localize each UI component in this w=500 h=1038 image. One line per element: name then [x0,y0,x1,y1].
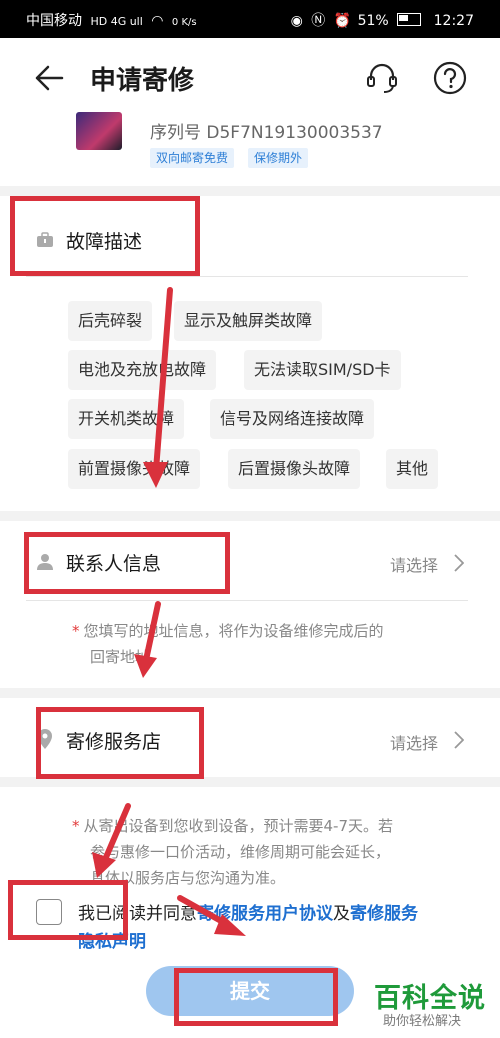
customer-service-icon[interactable] [364,60,400,96]
clock: 12:27 [433,13,474,29]
divider [26,276,468,277]
contact-note-line2: 回寄地址 [90,648,151,666]
fault-chip[interactable]: 后壳碎裂 [68,301,153,341]
help-icon[interactable] [432,60,468,96]
privacy-link-part1[interactable]: 寄修服务 [350,904,418,924]
submit-button[interactable]: 提交 [146,966,354,1016]
required-star: * [72,622,80,640]
section-separator [0,777,500,787]
store-note-line2: 参与惠修一口价活动，维修周期可能会延长， [90,843,391,861]
required-star: * [72,817,80,835]
fault-chip[interactable]: 前置摄像头故障 [68,449,201,489]
alarm-icon: ⏰ [333,13,352,29]
contact-choose[interactable]: 请选择 [390,552,438,576]
fault-chip[interactable]: 后置摄像头故障 [228,449,361,489]
agreement-prefix: 我已阅读并同意 [78,904,197,924]
store-section-title: 寄修服务店 [66,731,162,753]
wifi-icon: ◠ [151,13,164,29]
fault-chip[interactable]: 显示及触屏类故障 [174,301,323,341]
tag-free-shipping: 双向邮寄免费 [150,148,235,168]
tag-warranty-status: 保修期外 [248,148,309,168]
status-bar: 中国移动 HD 4G ull ◠ 0 K/s ◉ Ⓝ ⏰ 51% 12:27 [0,0,500,38]
person-icon [37,554,53,570]
app-header: 申请寄修 [0,38,500,118]
agreement-checkbox[interactable] [36,899,62,925]
location-pin-icon [38,729,52,749]
chevron-right-icon[interactable] [454,554,464,572]
device-thumbnail [76,112,122,150]
fault-chip[interactable]: 开关机类故障 [68,399,185,439]
serial-number: 序列号 D5F7N19130003537 [150,123,383,143]
section-separator [0,186,500,196]
eye-icon: ◉ [290,13,303,29]
page-title: 申请寄修 [90,66,195,96]
fault-chip[interactable]: 电池及充放电故障 [68,350,217,390]
store-note-line3: 具体以服务店与您沟通为准。 [90,869,286,887]
agreement-text-line2: 隐私声明 [78,927,146,952]
contact-note: * 您填写的地址信息，将作为设备维修完成后的 回寄地址 [72,618,472,670]
contact-section-title: 联系人信息 [66,553,162,575]
carrier-label: 中国移动 [26,13,82,29]
nfc-icon: Ⓝ [311,13,326,29]
fault-chip[interactable]: 信号及网络连接故障 [210,399,375,439]
divider [26,600,468,601]
network-indicator: HD 4G ull [90,15,143,28]
agreement-text: 我已阅读并同意寄修服务用户协议及寄修服务 [78,899,418,924]
watermark-subtitle: 助你轻松解决 [383,1014,462,1029]
back-arrow-icon[interactable] [34,64,64,92]
section-separator [0,511,500,521]
section-separator [0,688,500,698]
battery-icon [397,13,422,26]
store-note-line1: 从寄出设备到您收到设备，预计需要4-7天。若 [83,817,394,835]
store-choose[interactable]: 请选择 [390,730,438,754]
agreement-and: 及 [333,904,350,924]
battery-percent: 51% [357,13,389,29]
fault-chip[interactable]: 其他 [386,449,439,489]
toolbox-icon [37,232,53,247]
fault-section-title: 故障描述 [66,231,143,253]
store-note: * 从寄出设备到您收到设备，预计需要4-7天。若 参与惠修一口价活动，维修周期可能… [72,813,482,891]
net-speed: 0 K/s [171,17,197,28]
chevron-right-icon[interactable] [454,731,464,749]
contact-note-line1: 您填写的地址信息，将作为设备维修完成后的 [83,622,384,640]
fault-chip[interactable]: 无法读取SIM/SD卡 [244,350,401,390]
user-agreement-link[interactable]: 寄修服务用户协议 [197,904,333,924]
privacy-link-part2[interactable]: 隐私声明 [78,932,146,952]
